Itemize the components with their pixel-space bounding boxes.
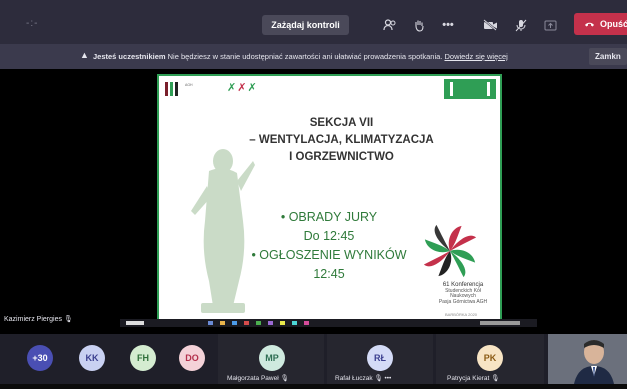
more-participants-badge[interactable]: +30 — [27, 345, 53, 371]
participant-avatar[interactable]: RŁ — [367, 345, 393, 371]
participant-info-banner: ▲ Jesteś uczestnikiem Nie będziesz w sta… — [0, 44, 627, 69]
agenda-line: 12:45 — [313, 267, 345, 281]
mic-muted-icon: 🎙 — [491, 375, 500, 382]
leave-button-label: Opuść — [600, 19, 627, 29]
raise-hand-icon[interactable] — [409, 15, 429, 35]
learn-more-link[interactable]: Dowiedz się więcej — [444, 52, 507, 61]
participant-avatar[interactable]: MP — [259, 345, 285, 371]
warning-icon: ▲ — [80, 50, 89, 60]
slide-title: SEKCJA VII – WENTYLACJA, KLIMATYZACJA I … — [219, 115, 464, 166]
participant-avatar[interactable]: KK — [79, 345, 105, 371]
more-options-icon[interactable]: ••• — [384, 375, 391, 382]
slide-agenda: • OBRADY JURY Do 12:45 • OGŁOSZENIE WYNI… — [229, 208, 429, 284]
conference-line: Pasja Górnictwa AGH — [438, 298, 488, 305]
university-logo-label: AGH — [185, 83, 193, 87]
university-logo-text: AGH — [185, 83, 219, 87]
banner-message: Nie będziesz w stanie udostępniać zawart… — [167, 52, 443, 61]
participant-name-label: Patrycja Kierat 🎙 — [447, 374, 499, 382]
participant-name: Małgorzata Paweł — [227, 375, 279, 382]
conference-line: Studenckich Kół Naukowych — [445, 287, 481, 299]
leave-button[interactable]: Opuść — [574, 13, 627, 35]
participants-icon[interactable] — [380, 15, 400, 35]
participant-name: Rafał Łuczak — [335, 375, 373, 382]
mic-muted-icon: 🎙 — [63, 316, 73, 323]
person-photo-icon — [548, 334, 627, 384]
presentation-slide: AGH ✗✗✗ SEKCJA VII – WENTYLACJA, KLIMATY… — [157, 74, 502, 322]
leave-phone-icon — [585, 22, 594, 27]
agenda-line: • OBRADY JURY — [280, 210, 378, 224]
mic-muted-icon: 🎙 — [280, 375, 289, 382]
banner-close-button[interactable]: Zamkn — [589, 48, 627, 65]
more-icon[interactable]: ••• — [438, 15, 458, 35]
banner-role-label: Jesteś uczestnikiem — [93, 52, 166, 61]
participant-name: Patrycja Kierat — [447, 375, 490, 382]
participant-avatar[interactable]: DO — [179, 345, 205, 371]
mic-muted-icon: 🎙 — [374, 375, 383, 382]
slide-title-line: I OGRZEWNICTWO — [289, 151, 394, 163]
corner-frame-decoration — [444, 79, 496, 99]
presenter-taskbar — [120, 319, 537, 327]
presenter-name: Kazimierz Piergies — [4, 316, 62, 323]
agenda-line: • OGŁOSZENIE WYNIKÓW — [251, 248, 407, 262]
slide-footer: BARBÓRKA 2020 — [445, 312, 478, 317]
participant-avatar[interactable]: PK — [477, 345, 503, 371]
participant-name-label: Rafał Łuczak 🎙 ••• — [335, 374, 391, 382]
meeting-toolbar: -:- Zażądaj kontroli ••• Opuść — [0, 0, 627, 44]
participant-name-label: Małgorzata Paweł 🎙 — [227, 374, 289, 382]
agenda-line: Do 12:45 — [303, 229, 355, 243]
camera-off-icon[interactable] — [480, 15, 500, 35]
self-video-tile[interactable] — [548, 334, 627, 384]
presenter-name-label: Kazimierz Piergies 🎙 — [4, 315, 73, 323]
conference-figures-logo-icon: ✗✗✗ — [227, 82, 258, 94]
slide-title-line: – WENTYLACJA, KLIMATYZACJA — [249, 134, 434, 146]
request-control-button[interactable]: Zażądaj kontroli — [262, 15, 349, 35]
participant-avatar[interactable]: FH — [130, 345, 156, 371]
conference-pinwheel-logo-icon — [423, 224, 477, 278]
banner-text: Jesteś uczestnikiem Nie będziesz w stani… — [93, 52, 508, 61]
conference-name: 61 Konferencja Studenckich Kół Naukowych… — [433, 282, 493, 305]
mic-off-icon[interactable] — [511, 15, 531, 35]
share-icon[interactable] — [540, 15, 560, 35]
drag-handle-icon[interactable]: -:- — [26, 18, 38, 29]
slide-title-line: SEKCJA VII — [309, 117, 374, 129]
agh-logo-icon — [165, 82, 178, 96]
